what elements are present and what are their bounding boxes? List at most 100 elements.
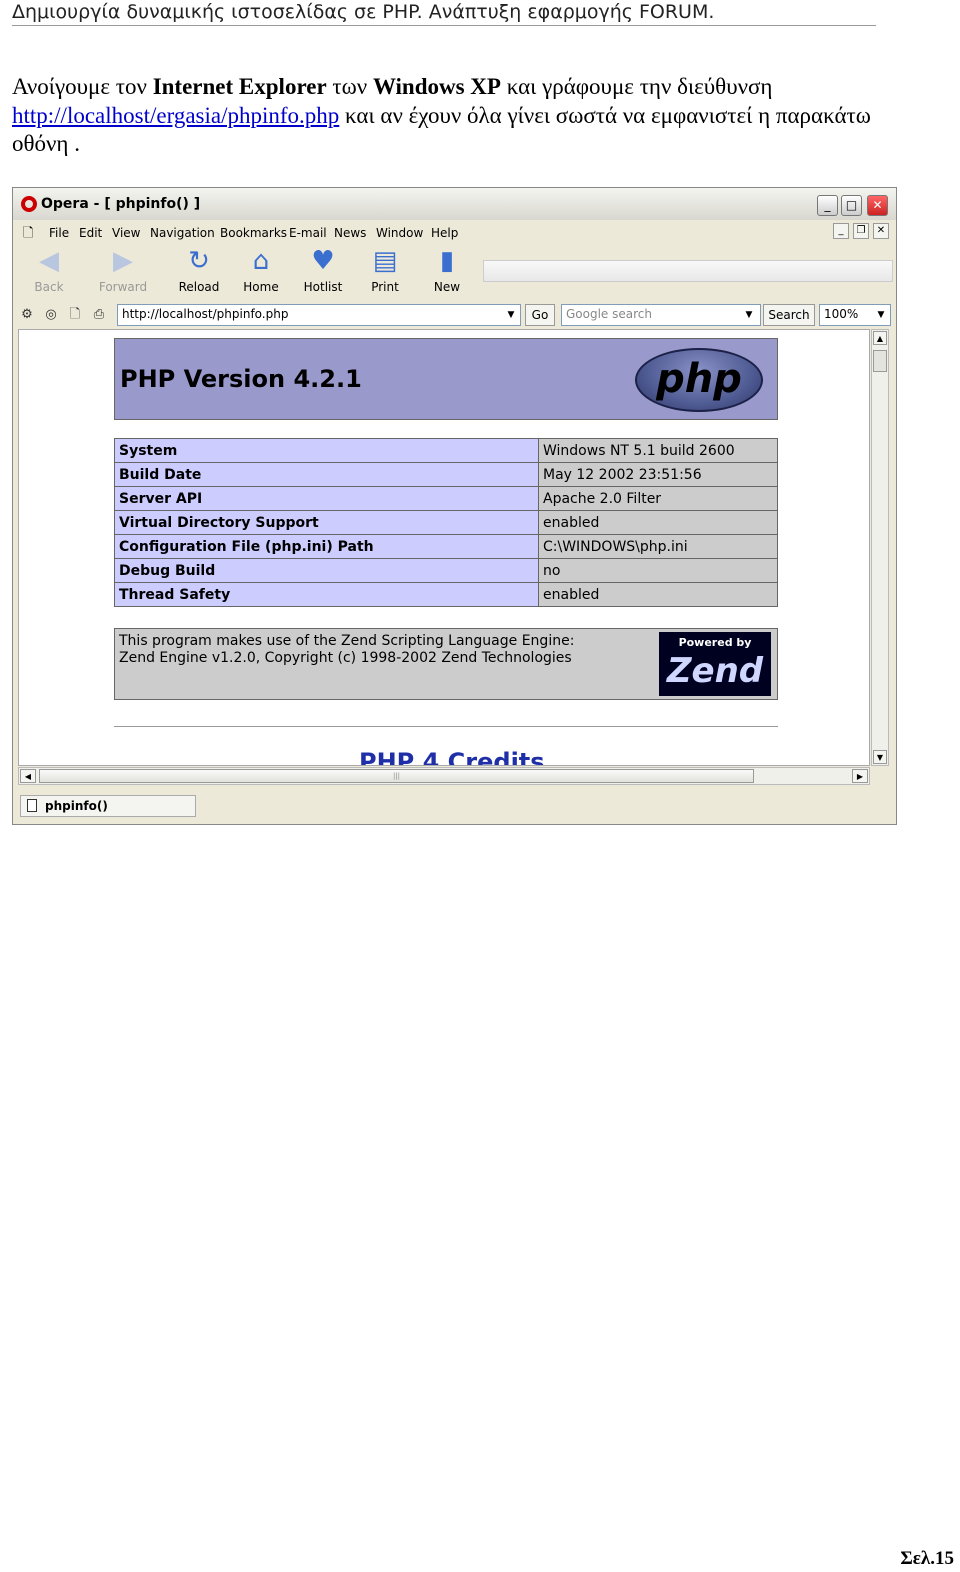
para-bold-ie: Internet Explorer bbox=[152, 74, 327, 99]
info-key: Server API bbox=[114, 486, 539, 511]
home-icon: ⌂ bbox=[252, 246, 270, 276]
hotlist-icon: ♥ bbox=[311, 246, 335, 276]
page-tab-label: phpinfo() bbox=[45, 799, 108, 813]
google-search-input[interactable]: Google search bbox=[561, 304, 761, 326]
phpinfo-link[interactable]: http://localhost/ergasia/phpinfo.php bbox=[12, 103, 339, 128]
scroll-right-icon[interactable]: ▶ bbox=[852, 769, 868, 783]
toolbar-spacer bbox=[483, 260, 893, 282]
new-page-icon: ▮ bbox=[439, 246, 455, 276]
opera-logo-icon bbox=[21, 196, 37, 212]
info-value: Apache 2.0 Filter bbox=[538, 486, 778, 511]
address-dropdown-icon[interactable]: ▼ bbox=[503, 305, 519, 325]
mdi-restore-button[interactable]: ❐ bbox=[853, 223, 869, 239]
divider bbox=[114, 726, 778, 727]
cookie-icon[interactable]: ◎ bbox=[43, 307, 59, 323]
zend-line-1: This program makes use of the Zend Scrip… bbox=[119, 633, 575, 649]
back-button[interactable]: ◀ Back bbox=[19, 248, 79, 296]
menu-bookmarks[interactable]: Bookmarks bbox=[220, 226, 287, 240]
zoom-dropdown-icon[interactable]: ▼ bbox=[873, 305, 889, 325]
go-button[interactable]: Go bbox=[525, 304, 555, 326]
table-row: Configuration File (php.ini) Path C:\WIND… bbox=[114, 534, 778, 559]
page-tab[interactable]: phpinfo() bbox=[20, 795, 196, 817]
php-header-box: PHP Version 4.2.1 php bbox=[114, 338, 778, 420]
search-dropdown-icon[interactable]: ▼ bbox=[741, 305, 757, 325]
info-value: enabled bbox=[538, 510, 778, 535]
close-button[interactable]: ✕ bbox=[867, 195, 888, 216]
title-bar[interactable]: Opera - [ phpinfo() ] _ □ ✕ bbox=[13, 188, 896, 220]
para-text-3: και γράφουμε την διεύθυνση bbox=[500, 74, 773, 99]
table-row: Server API Apache 2.0 Filter bbox=[114, 486, 778, 511]
page-icon: 🗋 bbox=[23, 226, 34, 241]
document-icon[interactable]: 🗋 bbox=[67, 307, 83, 323]
info-key: Debug Build bbox=[114, 558, 539, 583]
new-button[interactable]: ▮ New bbox=[417, 248, 477, 296]
para-bold-winxp: Windows XP bbox=[372, 74, 501, 99]
horizontal-scroll-thumb[interactable]: ||| bbox=[39, 769, 754, 783]
print-preview-icon[interactable]: ⎙ bbox=[91, 307, 107, 323]
zoom-value: 100% bbox=[824, 307, 859, 321]
php-credits-link[interactable]: PHP 4 Credits bbox=[359, 748, 545, 765]
info-value: May 12 2002 23:51:56 bbox=[538, 462, 778, 487]
print-button[interactable]: ▤ Print bbox=[355, 248, 415, 296]
security-icon[interactable]: ⚙ bbox=[19, 307, 35, 323]
window-title: Opera - [ phpinfo() ] bbox=[41, 196, 201, 212]
table-row: Virtual Directory Support enabled bbox=[114, 510, 778, 535]
info-key: Virtual Directory Support bbox=[114, 510, 539, 535]
page-viewport[interactable]: PHP Version 4.2.1 php System Windows NT 5… bbox=[18, 329, 870, 766]
search-button[interactable]: Search bbox=[763, 304, 815, 326]
menu-edit[interactable]: Edit bbox=[79, 226, 102, 240]
php-info-table: System Windows NT 5.1 build 2600 Build Dat… bbox=[114, 438, 778, 607]
menu-news[interactable]: News bbox=[334, 226, 366, 240]
minimize-button[interactable]: _ bbox=[817, 195, 838, 216]
info-key: Build Date bbox=[114, 462, 539, 487]
printer-icon: ▤ bbox=[372, 246, 398, 276]
document-header: Δημιουργία δυναμικής ιστοσελίδας σε PHP.… bbox=[12, 0, 876, 26]
menu-help[interactable]: Help bbox=[431, 226, 458, 240]
info-value: enabled bbox=[538, 582, 778, 607]
address-input[interactable]: http://localhost/phpinfo.php bbox=[117, 304, 521, 326]
forward-arrow-icon: ▶ bbox=[113, 246, 133, 276]
mdi-close-button[interactable]: ✕ bbox=[873, 223, 889, 239]
main-toolbar: ◀ Back ▶ Forward ↻ Reload ⌂ Home ♥ Hotlist ▤ P… bbox=[17, 246, 893, 298]
status-bar: phpinfo() bbox=[18, 793, 894, 821]
para-text-2: των bbox=[326, 74, 373, 99]
menu-email[interactable]: E-mail bbox=[289, 226, 327, 240]
info-value: C:\WINDOWS\php.ini bbox=[538, 534, 778, 559]
zend-line-2: Zend Engine v1.2.0, Copyright (c) 1998-2… bbox=[119, 650, 572, 666]
vertical-scrollbar[interactable]: ▲ ▼ bbox=[871, 329, 889, 766]
menu-window[interactable]: Window bbox=[376, 226, 423, 240]
table-row: Thread Safety enabled bbox=[114, 582, 778, 607]
intro-paragraph: Ανοίγουμε τον Internet Explorer των Wind… bbox=[12, 73, 912, 159]
mdi-minimize-button[interactable]: _ bbox=[833, 223, 849, 239]
menu-view[interactable]: View bbox=[112, 226, 140, 240]
reload-icon: ↻ bbox=[188, 246, 210, 276]
forward-button[interactable]: ▶ Forward bbox=[93, 248, 153, 296]
info-key: Configuration File (php.ini) Path bbox=[114, 534, 539, 559]
info-key: System bbox=[114, 438, 539, 463]
info-value: Windows NT 5.1 build 2600 bbox=[538, 438, 778, 463]
para-text-1: Ανοίγουμε τον bbox=[12, 74, 153, 99]
horizontal-scrollbar[interactable]: ◀ ||| ▶ bbox=[18, 767, 870, 785]
php-logo[interactable]: php bbox=[635, 348, 763, 412]
vertical-scroll-thumb[interactable] bbox=[873, 350, 887, 372]
home-button[interactable]: ⌂ Home bbox=[231, 248, 291, 296]
table-row: System Windows NT 5.1 build 2600 bbox=[114, 438, 778, 463]
menu-file[interactable]: File bbox=[49, 226, 69, 240]
address-bar: ⚙ ◎ 🗋 ⎙ http://localhost/phpinfo.php ▼ G… bbox=[17, 302, 892, 328]
page-number: Σελ.15 bbox=[900, 1548, 954, 1569]
scroll-up-icon[interactable]: ▲ bbox=[873, 331, 887, 345]
reload-button[interactable]: ↻ Reload bbox=[169, 248, 229, 296]
scroll-down-icon[interactable]: ▼ bbox=[873, 750, 887, 764]
document-icon bbox=[27, 799, 37, 812]
table-row: Build Date May 12 2002 23:51:56 bbox=[114, 462, 778, 487]
hotlist-button[interactable]: ♥ Hotlist bbox=[293, 248, 353, 296]
menu-navigation[interactable]: Navigation bbox=[150, 226, 215, 240]
php-version-title: PHP Version 4.2.1 bbox=[120, 365, 362, 393]
info-value: no bbox=[538, 558, 778, 583]
browser-window: Opera - [ phpinfo() ] _ □ ✕ 🗋 File Edit … bbox=[12, 187, 897, 825]
menu-bar: 🗋 File Edit View Navigation Bookmarks E-… bbox=[17, 222, 892, 244]
zend-logo[interactable]: Powered by Zend bbox=[659, 632, 771, 696]
scroll-left-icon[interactable]: ◀ bbox=[20, 769, 36, 783]
back-arrow-icon: ◀ bbox=[39, 246, 59, 276]
maximize-button[interactable]: □ bbox=[841, 195, 862, 216]
